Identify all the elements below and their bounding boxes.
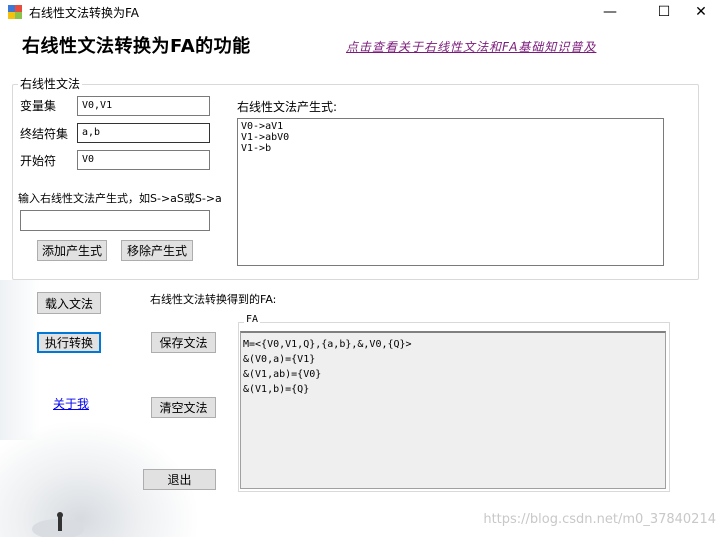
save-grammar-button[interactable]: 保存文法: [151, 332, 216, 353]
start-field[interactable]: V0: [77, 150, 210, 170]
fa-line: &(V1,b)={Q}: [243, 384, 310, 395]
page-title: 右线性文法转换为FA的功能: [22, 36, 251, 57]
window-title: 右线性文法转换为FA: [29, 6, 140, 20]
variables-field[interactable]: V0,V1: [77, 96, 210, 116]
ink-wash-decoration-left: [0, 280, 40, 440]
fa-line: M=<{V0,V1,Q},{a,b},&,V0,{Q}>: [243, 339, 412, 350]
fa-line: &(V0,a)={V1}: [243, 354, 316, 365]
start-label: 开始符: [20, 154, 57, 168]
clear-grammar-button[interactable]: 清空文法: [151, 397, 216, 418]
variables-label: 变量集: [20, 99, 57, 113]
close-button[interactable]: ✕: [678, 0, 724, 24]
knowledge-link[interactable]: 点击查看关于右线性文法和FA基础知识普及: [346, 38, 596, 55]
production-item[interactable]: V0->aV1: [241, 121, 660, 132]
app-icon: [8, 5, 22, 19]
productions-label: 右线性文法产生式:: [237, 100, 338, 114]
fa-output[interactable]: M=<{V0,V1,Q},{a,b},&,V0,{Q}> &(V0,a)={V1…: [240, 331, 666, 489]
minimize-button[interactable]: —: [587, 0, 633, 24]
fa-line: &(V1,ab)={V0}: [243, 369, 322, 380]
production-input[interactable]: [20, 210, 210, 231]
fa-result-label: 右线性文法转换得到的FA:: [150, 293, 277, 306]
production-input-hint: 输入右线性文法产生式，如S->aS或S->a: [18, 192, 222, 205]
remove-production-button[interactable]: 移除产生式: [121, 240, 193, 261]
exit-button[interactable]: 退出: [143, 469, 216, 490]
grammar-group-label: 右线性文法: [18, 75, 83, 92]
ink-figure-icon: [32, 512, 84, 537]
load-grammar-button[interactable]: 载入文法: [37, 292, 101, 314]
production-item[interactable]: V1->abV0: [241, 132, 660, 143]
productions-list[interactable]: V0->aV1 V1->abV0 V1->b: [237, 118, 664, 266]
title-bar: 右线性文法转换为FA — ☐ ✕: [0, 0, 724, 24]
add-production-button[interactable]: 添加产生式: [37, 240, 107, 261]
watermark-text: https://blog.csdn.net/m0_37840214: [483, 512, 716, 527]
production-item[interactable]: V1->b: [241, 143, 660, 154]
execute-conversion-button[interactable]: 执行转换: [37, 332, 101, 353]
fa-group-label: FA: [244, 314, 261, 325]
terminals-field[interactable]: a,b: [77, 123, 210, 143]
about-link[interactable]: 关于我: [53, 395, 89, 412]
terminals-label: 终结符集: [20, 127, 69, 141]
